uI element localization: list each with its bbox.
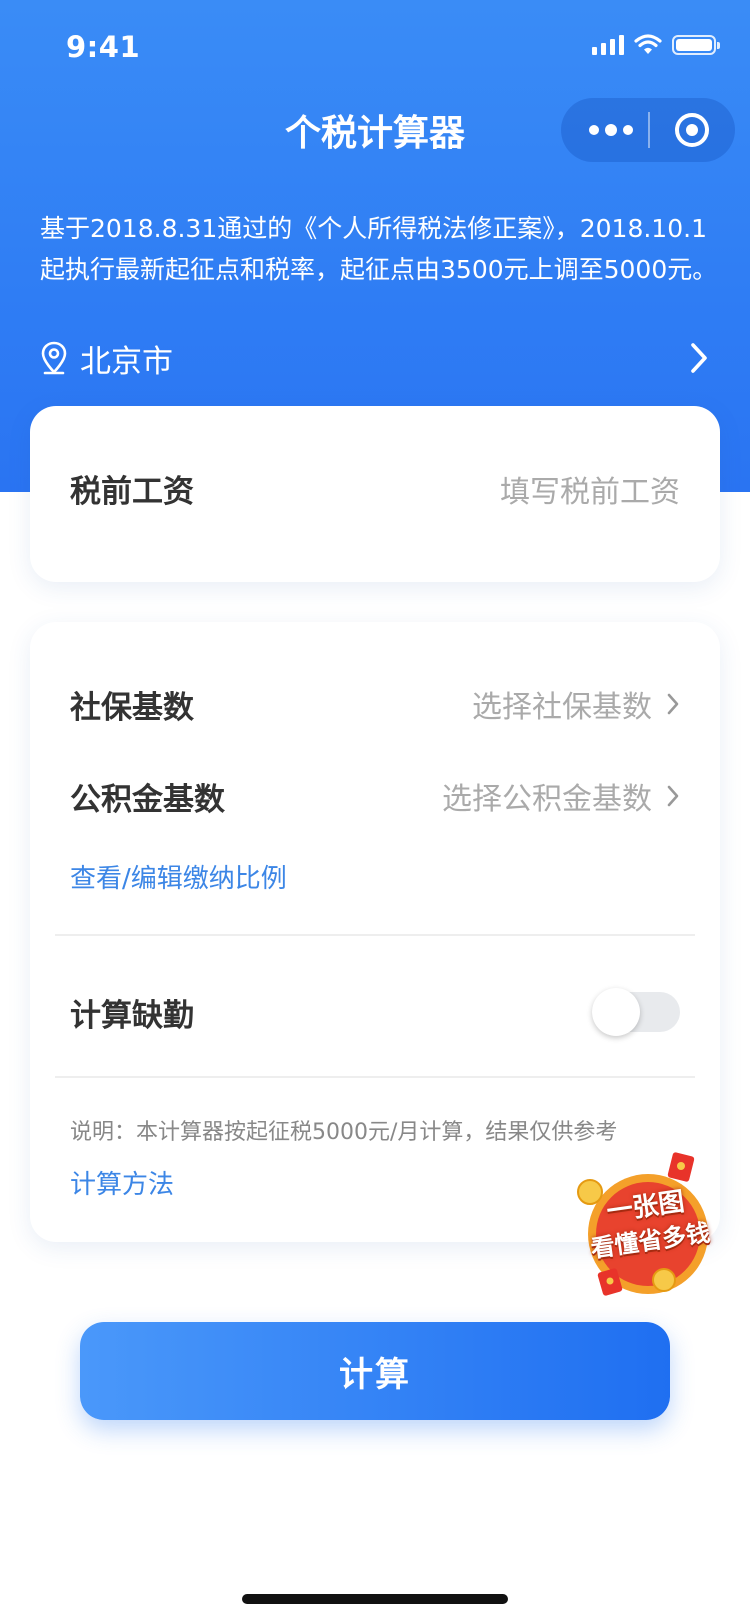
salary-card: 税前工资 填写税前工资 — [30, 406, 720, 582]
housing-fund-value: 选择公积金基数 — [442, 782, 652, 817]
absence-label: 计算缺勤 — [70, 998, 194, 1034]
wifi-icon — [634, 34, 662, 54]
social-security-select[interactable]: 选择社保基数 — [472, 682, 680, 726]
toggle-knob — [592, 988, 640, 1036]
battery-icon — [672, 35, 720, 55]
calculate-button[interactable]: 计算 — [80, 1322, 670, 1420]
divider — [55, 934, 695, 936]
location-selector[interactable]: 北京市 — [40, 330, 710, 386]
chevron-right-icon — [691, 343, 707, 373]
social-security-label: 社保基数 — [70, 690, 194, 726]
salary-label: 税前工资 — [70, 474, 194, 510]
housing-fund-label: 公积金基数 — [70, 782, 225, 818]
location-pin-icon — [41, 341, 67, 375]
housing-fund-select[interactable]: 选择公积金基数 — [442, 774, 680, 818]
capsule-divider — [648, 112, 650, 148]
chevron-right-icon — [667, 785, 679, 807]
cellular-signal-icon — [592, 35, 624, 55]
promo-badge[interactable]: 一张图 看懂省多钱 — [568, 1148, 728, 1298]
salary-input[interactable]: 填写税前工资 — [500, 467, 680, 511]
absence-toggle[interactable] — [592, 988, 680, 1036]
chevron-right-icon — [667, 693, 679, 715]
divider — [55, 1076, 695, 1078]
more-menu-icon[interactable] — [589, 98, 633, 162]
status-time: 9:41 — [66, 30, 141, 64]
intro-text: 基于2018.8.31通过的《个人所得税法修正案》，2018.10.1起执行最新… — [40, 214, 718, 284]
home-indicator — [242, 1594, 508, 1604]
status-bar: 9:41 — [0, 0, 750, 92]
social-security-value: 选择社保基数 — [472, 690, 652, 725]
close-target-icon[interactable] — [675, 113, 709, 147]
status-icons — [592, 34, 720, 56]
calc-method-link[interactable]: 计算方法 — [70, 1164, 174, 1201]
note-text: 说明：本计算器按起征税5000元/月计算，结果仅供参考 — [70, 1120, 618, 1145]
edit-ratio-link[interactable]: 查看/编辑缴纳比例 — [70, 858, 287, 895]
city-label: 北京市 — [80, 343, 173, 380]
miniprogram-capsule — [561, 98, 735, 162]
